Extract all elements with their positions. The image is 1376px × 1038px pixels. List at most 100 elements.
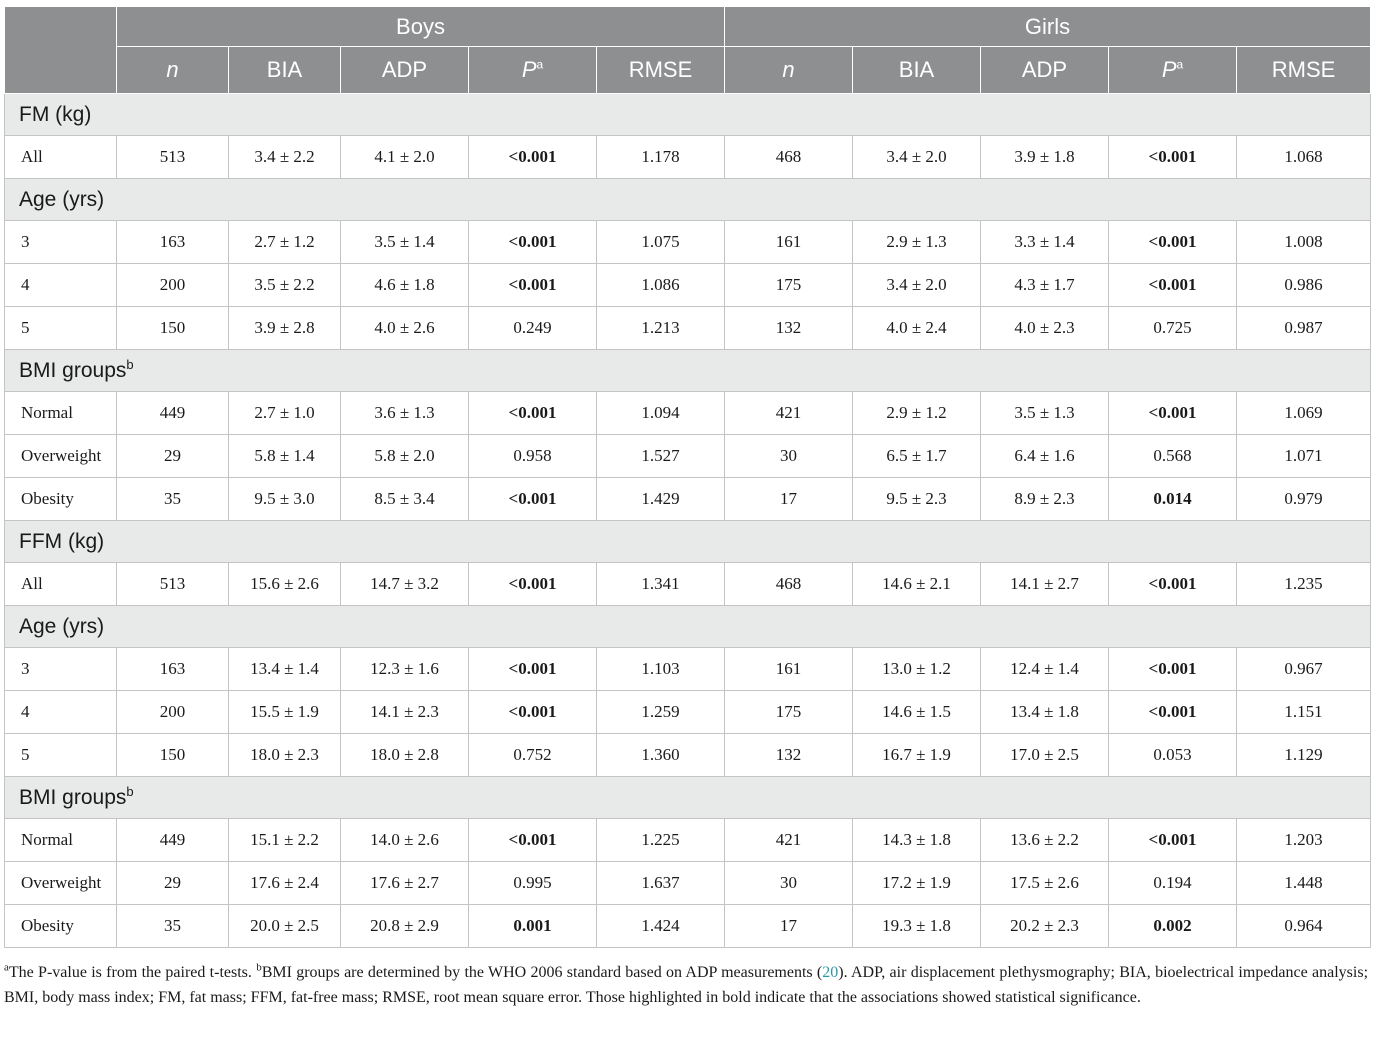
cell-girls-n: 132 — [724, 733, 853, 777]
cell-boys-rmse: 1.225 — [596, 818, 725, 862]
cell-girls-p: <0.001 — [1108, 220, 1237, 264]
table-row: Obesity 35 20.0 ± 2.5 20.8 ± 2.9 0.001 1.424 1… — [4, 904, 1372, 948]
table-row: Overweight 29 5.8 ± 1.4 5.8 ± 2.0 0.958 1.527… — [4, 434, 1372, 478]
table-footnote: aThe P-value is from the paired t-tests.… — [4, 960, 1368, 1010]
cell-boys-adp: 14.0 ± 2.6 — [340, 818, 469, 862]
cell-girls-bia: 14.6 ± 1.5 — [852, 690, 981, 734]
cell-girls-rmse: 1.203 — [1235, 818, 1372, 862]
cell-boys-n: 513 — [116, 562, 229, 606]
cell-row-label: All — [4, 135, 117, 179]
cell-boys-n: 513 — [116, 135, 229, 179]
cell-girls-adp: 3.5 ± 1.3 — [980, 391, 1109, 435]
cell-girls-rmse: 1.129 — [1235, 733, 1372, 777]
cell-boys-adp: 3.6 ± 1.3 — [340, 391, 469, 435]
cell-girls-p: <0.001 — [1108, 391, 1237, 435]
header-girls-rmse: RMSE — [1235, 46, 1372, 94]
cell-boys-p: <0.001 — [468, 647, 597, 691]
cell-girls-p: <0.001 — [1108, 690, 1237, 734]
cell-girls-rmse: 1.069 — [1235, 391, 1372, 435]
cell-girls-p: <0.001 — [1108, 647, 1237, 691]
header-boys-p: Pa — [468, 46, 597, 94]
cell-girls-bia: 3.4 ± 2.0 — [852, 135, 981, 179]
cell-row-label: 3 — [4, 647, 117, 691]
cell-girls-adp: 4.3 ± 1.7 — [980, 263, 1109, 307]
cell-girls-n: 30 — [724, 861, 853, 905]
cell-girls-n: 161 — [724, 220, 853, 264]
header-p-sup: a — [1176, 57, 1184, 72]
section-row: Age (yrs) — [3, 605, 1372, 648]
header-boys: Boys — [116, 6, 725, 47]
cell-girls-adp: 6.4 ± 1.6 — [980, 434, 1109, 478]
cell-girls-n: 421 — [724, 818, 853, 862]
cell-girls-rmse: 1.151 — [1235, 690, 1372, 734]
header-corner — [4, 6, 117, 47]
cell-boys-adp: 17.6 ± 2.7 — [340, 861, 469, 905]
section-sup: b — [126, 783, 134, 799]
cell-boys-rmse: 1.103 — [596, 647, 725, 691]
cell-girls-bia: 6.5 ± 1.7 — [852, 434, 981, 478]
cell-boys-n: 35 — [116, 477, 229, 521]
cell-boys-adp: 8.5 ± 3.4 — [340, 477, 469, 521]
table-body: FM (kg) All 513 3.4 ± 2.2 4.1 ± 2.0 <0.001 1.… — [3, 93, 1372, 948]
cell-boys-p: 0.249 — [468, 306, 597, 350]
cell-girls-bia: 17.2 ± 1.9 — [852, 861, 981, 905]
cell-girls-adp: 3.3 ± 1.4 — [980, 220, 1109, 264]
table-row: 3 163 13.4 ± 1.4 12.3 ± 1.6 <0.001 1.103 161 13… — [4, 647, 1372, 691]
cell-boys-n: 29 — [116, 861, 229, 905]
cell-boys-adp: 4.0 ± 2.6 — [340, 306, 469, 350]
cell-girls-n: 132 — [724, 306, 853, 350]
header-girls-bia: BIA — [852, 46, 981, 94]
footnote-text-a: The P-value is from the paired t-tests. — [8, 964, 257, 981]
reference-link[interactable]: 20 — [822, 964, 838, 981]
cell-row-label: 5 — [4, 733, 117, 777]
cell-row-label: Overweight — [4, 434, 117, 478]
cell-girls-adp: 13.4 ± 1.8 — [980, 690, 1109, 734]
cell-girls-adp: 12.4 ± 1.4 — [980, 647, 1109, 691]
cell-girls-rmse: 1.071 — [1235, 434, 1372, 478]
table-row: 4 200 15.5 ± 1.9 14.1 ± 2.3 <0.001 1.259 175 14… — [4, 690, 1372, 734]
cell-row-label: 5 — [4, 306, 117, 350]
header-p-sup: a — [536, 57, 544, 72]
cell-boys-adp: 14.1 ± 2.3 — [340, 690, 469, 734]
cell-boys-bia: 17.6 ± 2.4 — [228, 861, 341, 905]
section-label-bmi: BMI groupsb — [3, 776, 1372, 819]
header-corner-2 — [4, 46, 117, 94]
cell-girls-p: 0.568 — [1108, 434, 1237, 478]
cell-girls-adp: 14.1 ± 2.7 — [980, 562, 1109, 606]
cell-girls-bia: 14.3 ± 1.8 — [852, 818, 981, 862]
cell-boys-rmse: 1.341 — [596, 562, 725, 606]
cell-boys-bia: 5.8 ± 1.4 — [228, 434, 341, 478]
cell-boys-rmse: 1.360 — [596, 733, 725, 777]
cell-boys-adp: 3.5 ± 1.4 — [340, 220, 469, 264]
cell-boys-bia: 15.6 ± 2.6 — [228, 562, 341, 606]
cell-boys-n: 449 — [116, 391, 229, 435]
cell-boys-rmse: 1.094 — [596, 391, 725, 435]
cell-boys-p: <0.001 — [468, 818, 597, 862]
cell-girls-adp: 17.5 ± 2.6 — [980, 861, 1109, 905]
cell-girls-n: 468 — [724, 562, 853, 606]
results-table: Boys Girls n BIA ADP Pa RMSE n BIA ADP P… — [3, 6, 1372, 948]
cell-boys-bia: 18.0 ± 2.3 — [228, 733, 341, 777]
cell-boys-adp: 4.6 ± 1.8 — [340, 263, 469, 307]
cell-boys-bia: 15.5 ± 1.9 — [228, 690, 341, 734]
header-p-label: P — [521, 57, 537, 82]
table-row: Obesity 35 9.5 ± 3.0 8.5 ± 3.4 <0.001 1.429 17… — [4, 477, 1372, 521]
cell-girls-rmse: 1.008 — [1235, 220, 1372, 264]
cell-girls-rmse: 0.964 — [1235, 904, 1372, 948]
cell-boys-adp: 5.8 ± 2.0 — [340, 434, 469, 478]
section-label: BMI groups — [19, 358, 127, 382]
cell-girls-bia: 4.0 ± 2.4 — [852, 306, 981, 350]
cell-boys-bia: 9.5 ± 3.0 — [228, 477, 341, 521]
cell-boys-rmse: 1.637 — [596, 861, 725, 905]
cell-boys-p: <0.001 — [468, 263, 597, 307]
section-label-bmi: BMI groupsb — [3, 349, 1372, 392]
cell-boys-p: <0.001 — [468, 220, 597, 264]
section-row: BMI groupsb — [3, 776, 1372, 819]
cell-girls-adp: 13.6 ± 2.2 — [980, 818, 1109, 862]
cell-boys-p: <0.001 — [468, 391, 597, 435]
cell-boys-bia: 13.4 ± 1.4 — [228, 647, 341, 691]
cell-girls-rmse: 0.987 — [1235, 306, 1372, 350]
cell-girls-rmse: 1.448 — [1235, 861, 1372, 905]
cell-girls-bia: 2.9 ± 1.3 — [852, 220, 981, 264]
cell-girls-bia: 9.5 ± 2.3 — [852, 477, 981, 521]
